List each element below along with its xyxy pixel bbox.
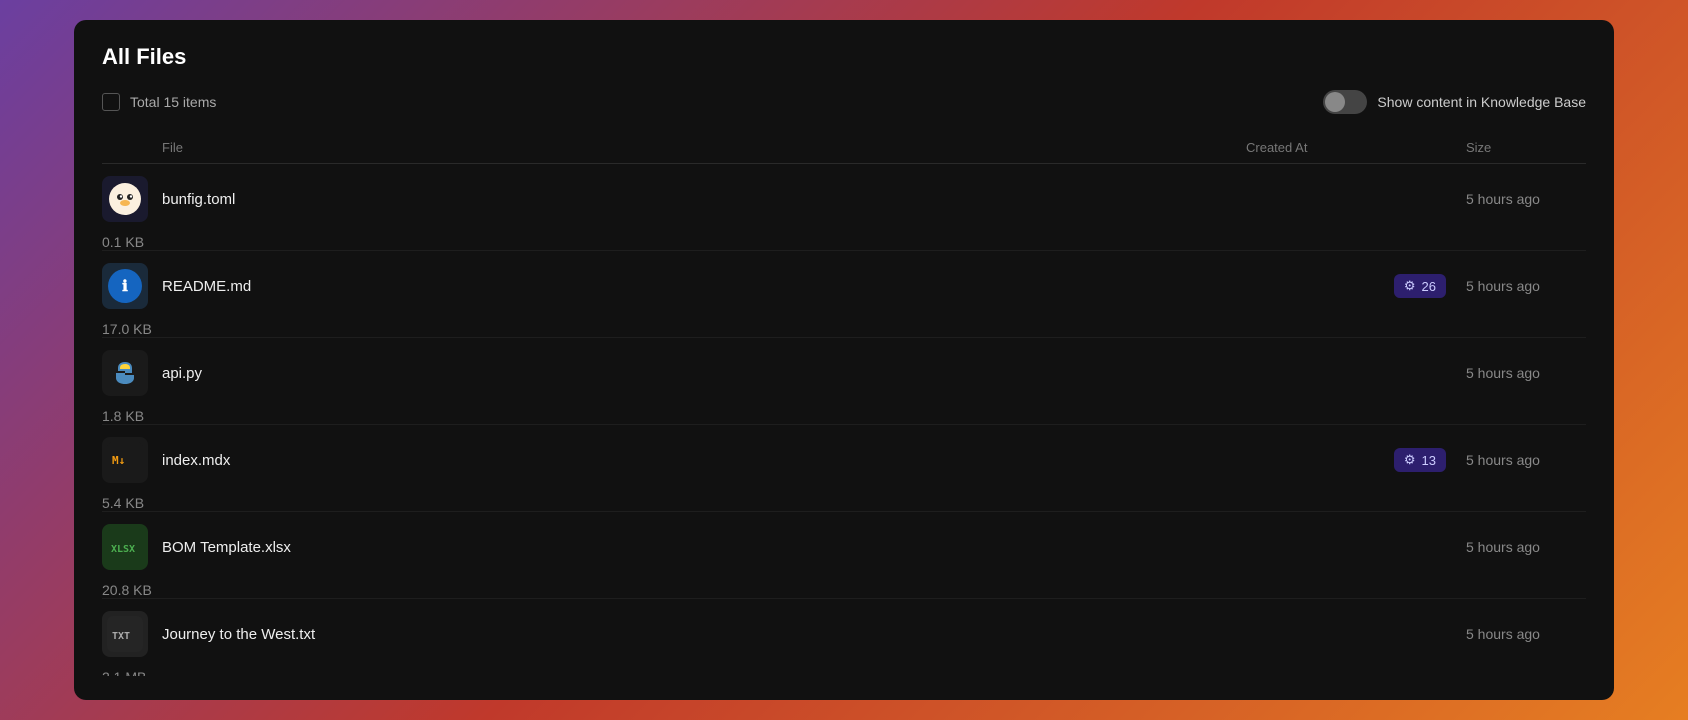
table-row[interactable]: api.py 5 hours ago 1.8 KB: [102, 338, 1586, 425]
file-cell: ℹ README.md: [102, 251, 1246, 321]
table-row[interactable]: M↓ index.mdx ⚙ 13 5 hours ago 5.4 KB: [102, 425, 1586, 512]
badge-area: ⚙ 26: [1246, 274, 1466, 298]
svg-text:XLSX: XLSX: [111, 544, 135, 555]
file-cell: XLSX BOM Template.xlsx: [102, 512, 1246, 582]
badge-count: 13: [1422, 453, 1436, 468]
file-icon-md: ℹ: [102, 263, 148, 309]
file-name: Journey to the West.txt: [162, 626, 315, 643]
file-name: BOM Template.xlsx: [162, 539, 291, 556]
all-files-panel: All Files Total 15 items Show content in…: [74, 20, 1614, 700]
file-icon-toml: [102, 176, 148, 222]
knowledge-badge: ⚙ 13: [1394, 448, 1446, 472]
created-at-cell: 5 hours ago: [1466, 452, 1586, 468]
knowledge-base-toggle-section: Show content in Knowledge Base: [1323, 90, 1586, 114]
svg-text:M↓: M↓: [112, 454, 125, 467]
file-name: index.mdx: [162, 452, 230, 469]
created-at-cell: 5 hours ago: [1466, 539, 1586, 555]
created-at-cell: 5 hours ago: [1466, 365, 1586, 381]
table-body: bunfig.toml 5 hours ago 0.1 KB ℹ README.…: [102, 164, 1586, 676]
table-row[interactable]: TXT Journey to the West.txt 5 hours ago …: [102, 599, 1586, 676]
toggle-thumb: [1325, 92, 1345, 112]
total-items-label: Total 15 items: [130, 94, 216, 110]
size-cell: 0.1 KB: [102, 234, 1246, 250]
page-title: All Files: [102, 44, 1586, 70]
mdx-icon: M↓: [107, 442, 143, 478]
total-items-section: Total 15 items: [102, 93, 216, 111]
file-cell: TXT Journey to the West.txt: [102, 599, 1246, 669]
knowledge-base-toggle[interactable]: [1323, 90, 1367, 114]
readme-icon: ℹ: [108, 269, 142, 303]
badge-count: 26: [1422, 279, 1436, 294]
file-icon-txt: TXT: [102, 611, 148, 657]
size-cell: 1.8 KB: [102, 408, 1246, 424]
file-icon-mdx: M↓: [102, 437, 148, 483]
gear-icon: ⚙: [1404, 452, 1416, 468]
table-row[interactable]: bunfig.toml 5 hours ago 0.1 KB: [102, 164, 1586, 251]
file-icon-xlsx: XLSX: [102, 524, 148, 570]
col-header-size: Size: [1466, 140, 1586, 155]
table-row[interactable]: XLSX BOM Template.xlsx 5 hours ago 20.8 …: [102, 512, 1586, 599]
table-header: File Created At Size: [102, 132, 1586, 164]
knowledge-base-toggle-label: Show content in Knowledge Base: [1377, 94, 1586, 110]
file-name: bunfig.toml: [162, 191, 235, 208]
knowledge-badge: ⚙ 26: [1394, 274, 1446, 298]
size-cell: 20.8 KB: [102, 582, 1246, 598]
svg-text:TXT: TXT: [112, 631, 130, 642]
created-at-cell: 5 hours ago: [1466, 278, 1586, 294]
file-cell: M↓ index.mdx: [102, 425, 1246, 495]
badge-area: ⚙ 13: [1246, 448, 1466, 472]
table-row[interactable]: ℹ README.md ⚙ 26 5 hours ago 17.0 KB: [102, 251, 1586, 338]
gear-icon: ⚙: [1404, 278, 1416, 294]
toolbar: Total 15 items Show content in Knowledge…: [102, 90, 1586, 114]
file-cell: api.py: [102, 338, 1246, 408]
xlsx-icon: XLSX: [107, 529, 143, 565]
txt-icon: TXT: [107, 616, 143, 652]
col-header-file: File: [102, 140, 1246, 155]
python-icon: [110, 358, 140, 388]
file-icon-py: [102, 350, 148, 396]
col-header-created: Created At: [1246, 140, 1466, 155]
file-cell: bunfig.toml: [102, 164, 1246, 234]
bun-icon: [107, 181, 143, 217]
file-name: api.py: [162, 365, 202, 382]
select-all-checkbox[interactable]: [102, 93, 120, 111]
created-at-cell: 5 hours ago: [1466, 191, 1586, 207]
file-name: README.md: [162, 278, 251, 295]
size-cell: 5.4 KB: [102, 495, 1246, 511]
size-cell: 2.1 MB: [102, 669, 1246, 676]
size-cell: 17.0 KB: [102, 321, 1246, 337]
created-at-cell: 5 hours ago: [1466, 626, 1586, 642]
